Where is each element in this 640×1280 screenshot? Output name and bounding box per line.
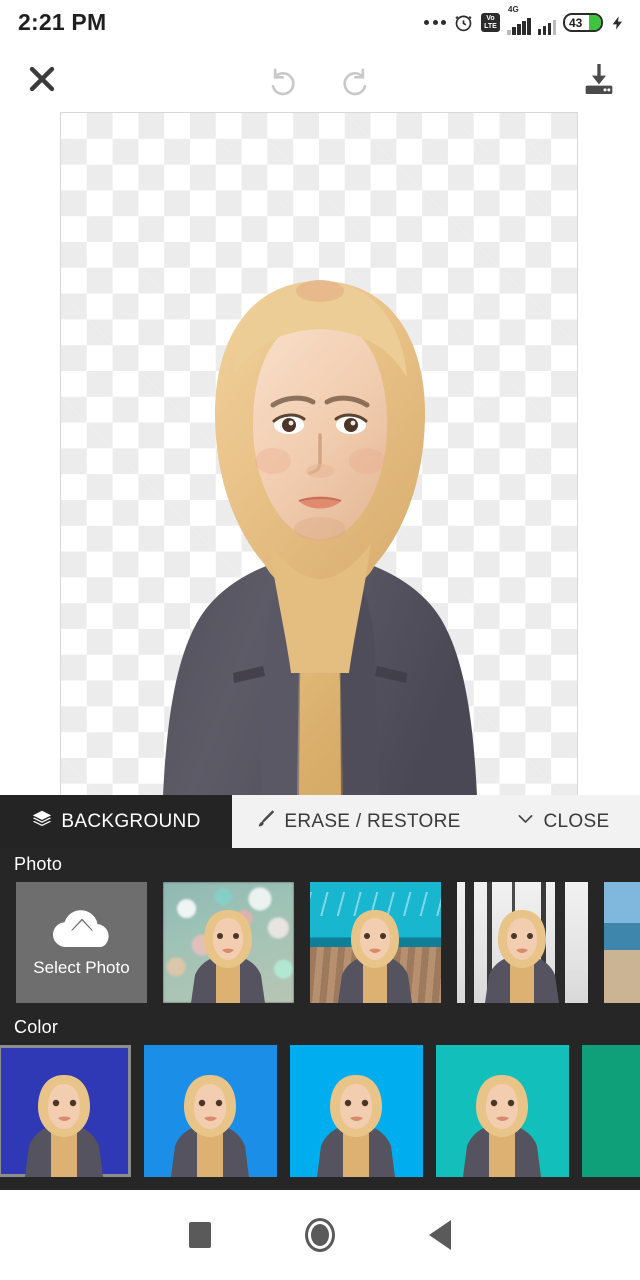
- layers-icon: [31, 808, 53, 836]
- save-button[interactable]: [576, 56, 622, 102]
- canvas-area: [0, 112, 640, 795]
- editor-toolbar: [0, 45, 640, 112]
- subject-portrait: [163, 280, 477, 795]
- color-swatch-green-teal[interactable]: [582, 1045, 640, 1177]
- photo-section-label: Photo: [14, 854, 63, 874]
- brush-icon: [255, 808, 276, 835]
- undo-button[interactable]: [258, 56, 304, 102]
- android-nav-bar: [0, 1190, 640, 1280]
- status-bar: 2:21 PM Vo LTE 4G 43: [0, 0, 640, 45]
- tab-background-label: BACKGROUND: [61, 810, 201, 832]
- photo-thumb-beach[interactable]: [604, 882, 640, 1003]
- color-swatch-teal[interactable]: [436, 1045, 569, 1177]
- redo-button[interactable]: [334, 56, 380, 102]
- select-photo-label: Select Photo: [33, 958, 130, 977]
- thumb-subject: [485, 910, 559, 1003]
- tab-erase-restore[interactable]: ERASE / RESTORE: [232, 795, 484, 848]
- signal-second-icon: [537, 11, 556, 35]
- status-icon-tray: Vo LTE 4G 43: [424, 5, 626, 35]
- thumb-subject: [191, 910, 265, 1003]
- tab-erase-restore-label: ERASE / RESTORE: [284, 810, 461, 832]
- app-root: 2:21 PM Vo LTE 4G 43 BACKGROUND ERASE / …: [0, 0, 640, 1280]
- tab-close[interactable]: CLOSE: [484, 795, 640, 848]
- photo-thumbnail-row[interactable]: Select Photo: [0, 882, 640, 1003]
- color-swatch-indigo-blue[interactable]: [0, 1045, 131, 1177]
- thumb-subject: [338, 910, 412, 1003]
- status-time: 2:21 PM: [18, 9, 107, 35]
- back-button[interactable]: [380, 1205, 500, 1265]
- cloud-upload-icon: [50, 907, 114, 956]
- more-dots-icon: [424, 20, 446, 25]
- thumb-subject: [25, 1075, 103, 1177]
- volte-bottom-text: LTE: [484, 22, 497, 30]
- close-button[interactable]: [20, 57, 64, 101]
- volte-top-text: Vo: [486, 14, 495, 22]
- tab-close-label: CLOSE: [543, 810, 610, 832]
- triangle-back-icon: [429, 1220, 451, 1250]
- color-thumbnail-row[interactable]: [0, 1045, 640, 1177]
- chevron-down-icon: [515, 808, 536, 835]
- edit-canvas[interactable]: [60, 112, 578, 795]
- background-panel: Photo Select Photo Color: [0, 848, 640, 1190]
- photo-thumb-winter[interactable]: [457, 882, 588, 1003]
- recents-button[interactable]: [140, 1205, 260, 1265]
- photo-thumb-pier[interactable]: [310, 882, 441, 1003]
- signal-4g-icon: 4G: [507, 5, 531, 35]
- color-swatch-cyan-blue[interactable]: [290, 1045, 423, 1177]
- charging-bolt-icon: [610, 13, 626, 33]
- network-label: 4G: [508, 4, 519, 14]
- alarm-clock-icon: [453, 12, 474, 33]
- thumb-subject: [317, 1075, 395, 1177]
- thumb-subject: [463, 1075, 541, 1177]
- battery-fill: [588, 15, 601, 30]
- color-section-label: Color: [14, 1017, 59, 1037]
- select-photo-button[interactable]: Select Photo: [16, 882, 147, 1003]
- circle-icon: [305, 1218, 335, 1252]
- square-icon: [189, 1222, 211, 1248]
- battery-icon: 43: [563, 13, 603, 32]
- home-button[interactable]: [260, 1205, 380, 1265]
- volte-icon: Vo LTE: [481, 13, 500, 32]
- thumb-subject: [171, 1075, 249, 1177]
- tab-background[interactable]: BACKGROUND: [0, 795, 232, 848]
- beach-background: [604, 882, 640, 1003]
- photo-thumb-bokeh[interactable]: [163, 882, 294, 1003]
- battery-percent-text: 43: [569, 15, 583, 30]
- color-swatch-azure-blue[interactable]: [144, 1045, 277, 1177]
- tool-tab-bar: BACKGROUND ERASE / RESTORE CLOSE: [0, 795, 640, 848]
